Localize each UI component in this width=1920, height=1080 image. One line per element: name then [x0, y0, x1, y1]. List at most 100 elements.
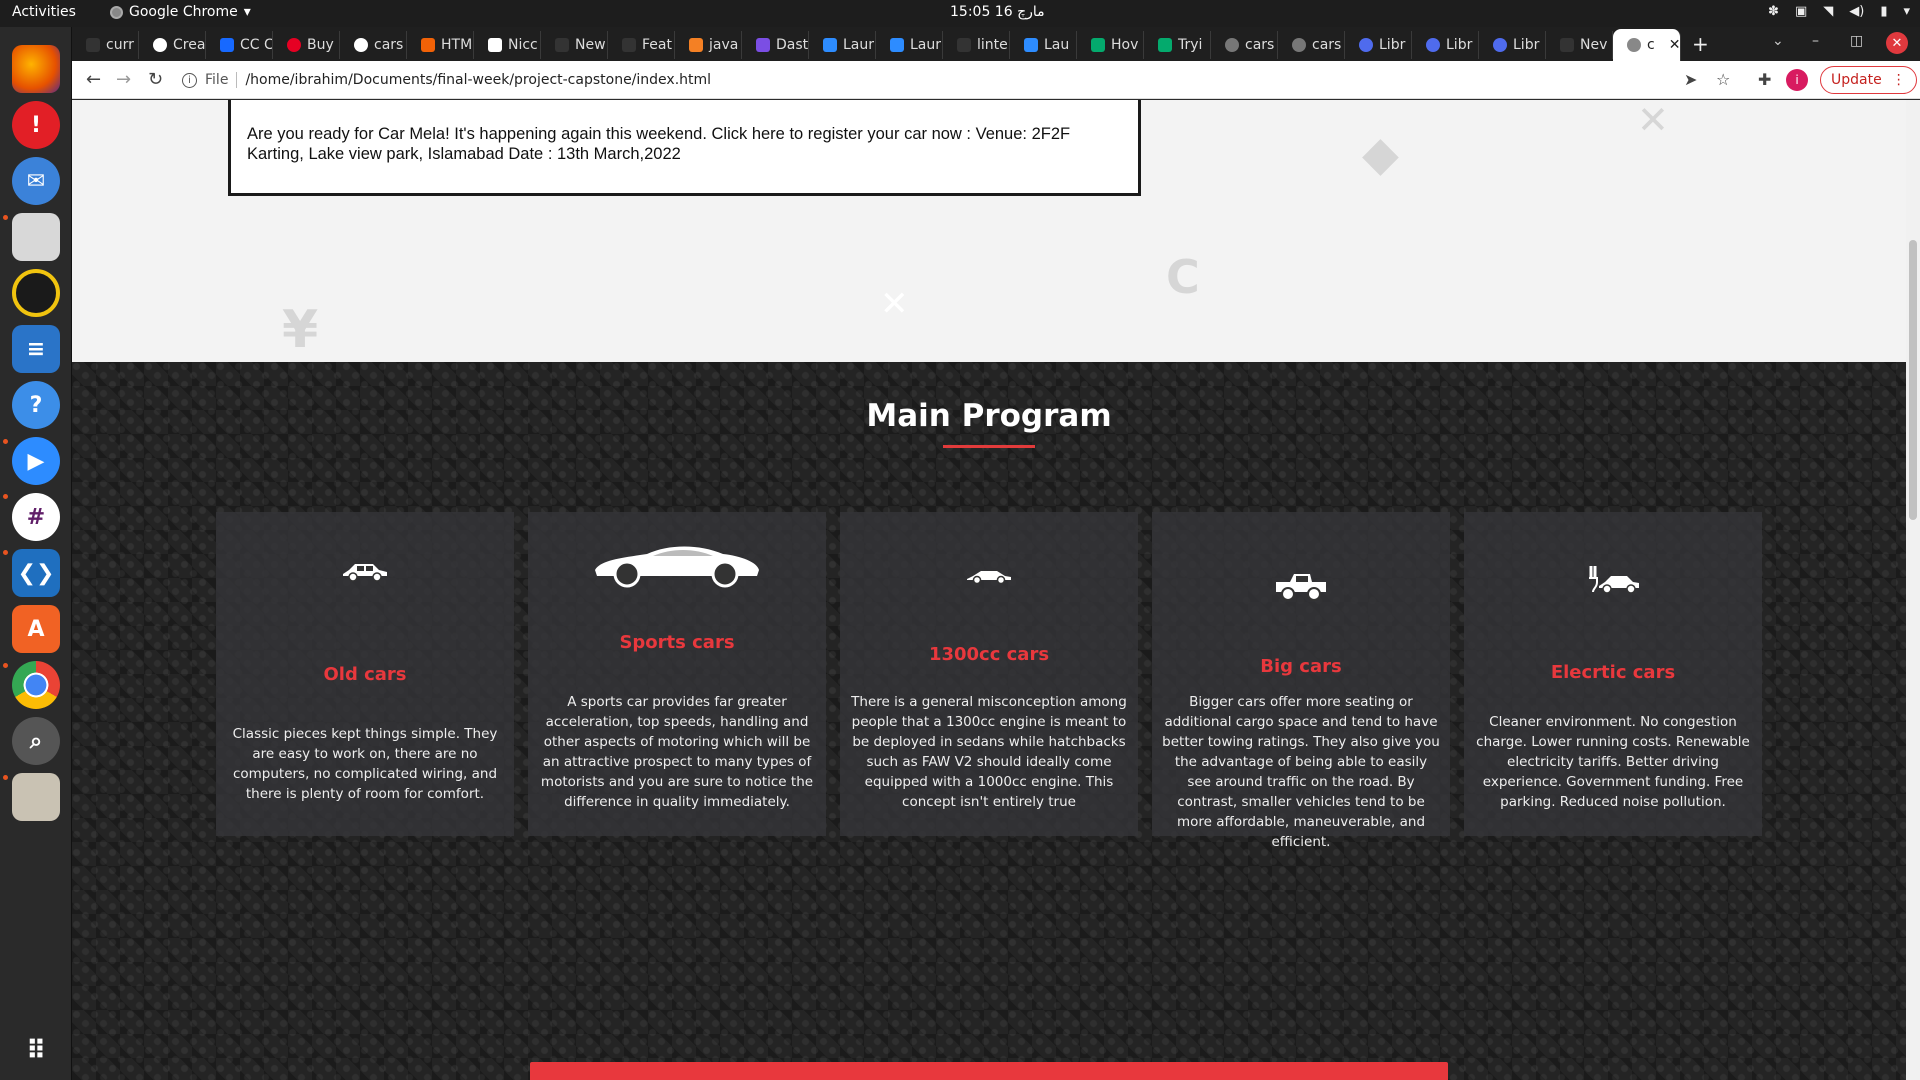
- rhythmbox-icon[interactable]: [12, 269, 60, 317]
- tab-active[interactable]: c ✕: [1613, 29, 1681, 61]
- pickup-truck-icon: [1152, 572, 1450, 602]
- thunderbird-icon[interactable]: ✉: [12, 157, 60, 205]
- forward-button[interactable]: →: [116, 69, 131, 90]
- tab[interactable]: Laur: [809, 31, 876, 59]
- page-viewport: ⁘⁘⁘ ◆ ✕ ✕ C ¥ Are you ready for Car Mela…: [72, 100, 1906, 1080]
- program-card-old-cars[interactable]: Old cars Classic pieces kept things simp…: [216, 512, 514, 836]
- chrome-icon: [110, 5, 123, 19]
- tab[interactable]: Libr: [1412, 31, 1479, 59]
- globe-icon: [1225, 38, 1239, 52]
- tab[interactable]: linte: [943, 31, 1010, 59]
- running-indicator: [3, 663, 8, 668]
- system-tray[interactable]: ✽ ▣ ◥ ◀) ▮ ▾: [1768, 4, 1910, 19]
- power-menu-icon[interactable]: ▾: [1903, 4, 1910, 19]
- magnifier-icon[interactable]: ⌕: [12, 717, 60, 765]
- minimize-button[interactable]: –: [1812, 33, 1819, 49]
- library-icon: [1359, 38, 1373, 52]
- address-bar[interactable]: i File /home/ibrahim/Documents/final-wee…: [182, 66, 1742, 94]
- w3schools-icon: [1158, 38, 1172, 52]
- slack-icon[interactable]: #: [12, 493, 60, 541]
- battery-icon[interactable]: ▮: [1880, 4, 1887, 19]
- software-center-icon[interactable]: A: [12, 605, 60, 653]
- show-apps-icon[interactable]: ⠿: [12, 1027, 60, 1075]
- close-tab-icon[interactable]: ✕: [1669, 37, 1680, 53]
- writer-icon[interactable]: ≡: [12, 325, 60, 373]
- zoom-icon: [1024, 38, 1038, 52]
- tab-label: Libr: [1446, 37, 1473, 53]
- tab[interactable]: Feat: [608, 31, 675, 59]
- page-scrollbar[interactable]: [1906, 100, 1920, 1080]
- volume-icon[interactable]: ◀): [1849, 4, 1864, 19]
- register-button[interactable]: [530, 1062, 1448, 1080]
- tab[interactable]: Libr: [1345, 31, 1412, 59]
- tab[interactable]: Nicc: [474, 31, 541, 59]
- send-icon[interactable]: ➤: [1684, 70, 1697, 89]
- scrollbar-thumb[interactable]: [1909, 240, 1917, 520]
- program-card-electric-cars[interactable]: Elecrtic cars Cleaner environment. No co…: [1464, 512, 1762, 836]
- tab[interactable]: Tryi: [1144, 31, 1211, 59]
- tab[interactable]: cars: [340, 31, 407, 59]
- site-info-icon[interactable]: i: [182, 72, 197, 88]
- profile-avatar[interactable]: i: [1786, 69, 1808, 91]
- tab[interactable]: java: [675, 31, 742, 59]
- tab-search-icon[interactable]: ⌄: [1772, 33, 1784, 49]
- program-card-sports-cars[interactable]: Sports cars A sports car provides far gr…: [528, 512, 826, 836]
- tab[interactable]: New: [541, 31, 608, 59]
- archive-manager-icon[interactable]: [12, 773, 60, 821]
- program-card-big-cars[interactable]: Big cars Bigger cars offer more seating …: [1152, 512, 1450, 850]
- back-button[interactable]: ←: [86, 69, 101, 90]
- tab[interactable]: Dast: [742, 31, 809, 59]
- tab[interactable]: HTM: [407, 31, 474, 59]
- zoom-icon[interactable]: ▶: [12, 437, 60, 485]
- announcement-banner[interactable]: Are you ready for Car Mela! It's happeni…: [228, 100, 1141, 196]
- tab[interactable]: curr: [72, 31, 139, 59]
- tab[interactable]: Lau: [1010, 31, 1077, 59]
- vscode-icon[interactable]: ❮❯: [12, 549, 60, 597]
- help-icon[interactable]: ?: [12, 381, 60, 429]
- card-title: Old cars: [323, 664, 407, 685]
- tab-label: Laur: [910, 37, 942, 53]
- tab[interactable]: cars: [1278, 31, 1345, 59]
- update-label: Update: [1831, 72, 1882, 88]
- activities-button[interactable]: Activities: [12, 4, 76, 20]
- dock: ! ✉ ≡ ? ▶ # ❮❯ A ⌕ ⠿: [0, 27, 72, 1080]
- maximize-button[interactable]: ◫: [1850, 33, 1863, 49]
- tab[interactable]: Nev: [1546, 31, 1613, 59]
- tab[interactable]: CC C: [206, 31, 273, 59]
- stackoverflow-icon: [689, 38, 703, 52]
- app-name: Google Chrome: [129, 4, 238, 20]
- alert-app-icon[interactable]: !: [12, 101, 60, 149]
- tab[interactable]: cars: [1211, 31, 1278, 59]
- tab[interactable]: Buy: [273, 31, 340, 59]
- running-indicator: [3, 439, 8, 444]
- close-window-button[interactable]: ✕: [1886, 32, 1908, 54]
- app-menu[interactable]: Google Chrome ▾: [110, 4, 251, 20]
- tab-label: Crea: [173, 37, 206, 53]
- reload-button[interactable]: ↻: [148, 69, 163, 90]
- clock[interactable]: 15:05 16 مارچ: [950, 4, 1045, 20]
- address-url[interactable]: /home/ibrahim/Documents/final-week/proje…: [245, 72, 711, 88]
- new-tab-button[interactable]: +: [1692, 32, 1709, 56]
- bookmark-star-icon[interactable]: ☆: [1716, 70, 1730, 89]
- tab-label: HTM: [441, 37, 473, 53]
- slack-tray-icon[interactable]: ✽: [1768, 4, 1779, 19]
- tab[interactable]: Libr: [1479, 31, 1546, 59]
- zoom-icon: [890, 38, 904, 52]
- tab[interactable]: Hov: [1077, 31, 1144, 59]
- firefox-icon[interactable]: [12, 45, 60, 93]
- zoom-icon: [823, 38, 837, 52]
- announcement-section: ⁘⁘⁘ ◆ ✕ ✕ C ¥ Are you ready for Car Mela…: [72, 100, 1906, 362]
- tab[interactable]: Crea: [139, 31, 206, 59]
- tab[interactable]: Laur: [876, 31, 943, 59]
- wifi-icon[interactable]: ◥: [1823, 4, 1833, 19]
- tab-label: cars: [374, 37, 404, 53]
- chrome-icon[interactable]: [12, 661, 60, 709]
- program-card-1300cc-cars[interactable]: 1300cc cars There is a general misconcep…: [840, 512, 1138, 836]
- card-text: Cleaner environment. No congestion charg…: [1476, 714, 1750, 810]
- update-button[interactable]: Update ⋮: [1820, 66, 1917, 94]
- files-icon[interactable]: [12, 213, 60, 261]
- github-icon: [86, 38, 100, 52]
- zoom-tray-icon[interactable]: ▣: [1795, 4, 1807, 19]
- extensions-icon[interactable]: ✚: [1758, 70, 1771, 89]
- github-icon: [555, 38, 569, 52]
